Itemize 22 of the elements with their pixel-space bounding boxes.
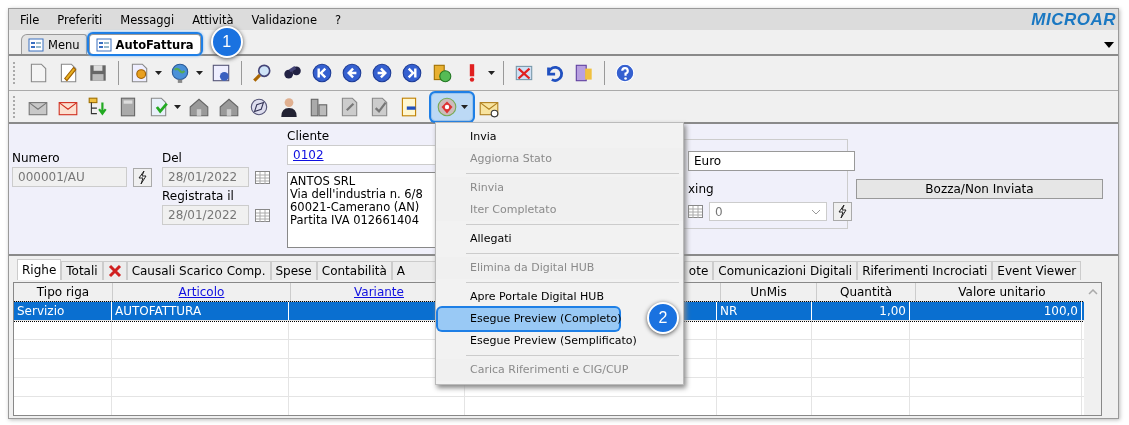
table-cell: 1,00 [879, 304, 906, 318]
table-cell: 100,0 [1043, 304, 1078, 318]
logo: MICROAR [1031, 9, 1116, 30]
callout-badge: 2 [647, 302, 679, 334]
address-line: 60021-Camerano (AN) [290, 201, 421, 214]
column-header: UnMis [750, 285, 787, 299]
field-label: Cliente [287, 129, 331, 143]
field-label: Del [162, 151, 183, 165]
address-line: Partita IVA 012661404 [290, 214, 420, 227]
table-cell: Servizio [17, 304, 65, 318]
field-label: Numero [12, 151, 61, 165]
column-header: Quantità [839, 285, 893, 299]
column-header: Valore unitario [958, 285, 1046, 299]
callout-badge: 1 [210, 26, 243, 58]
table-cell: AUTOFATTURA [115, 304, 202, 318]
column-header: Tipo riga [36, 285, 90, 299]
field-label: xing [688, 182, 714, 196]
field-label: Registrata il [162, 189, 235, 203]
status-field: Bozza/Non Inviata [856, 179, 1103, 199]
address-line: Via dell'industria n. 6/8 [290, 188, 424, 201]
table-cell: NR [720, 304, 738, 318]
address-line: ANTOS SRL [290, 175, 357, 188]
